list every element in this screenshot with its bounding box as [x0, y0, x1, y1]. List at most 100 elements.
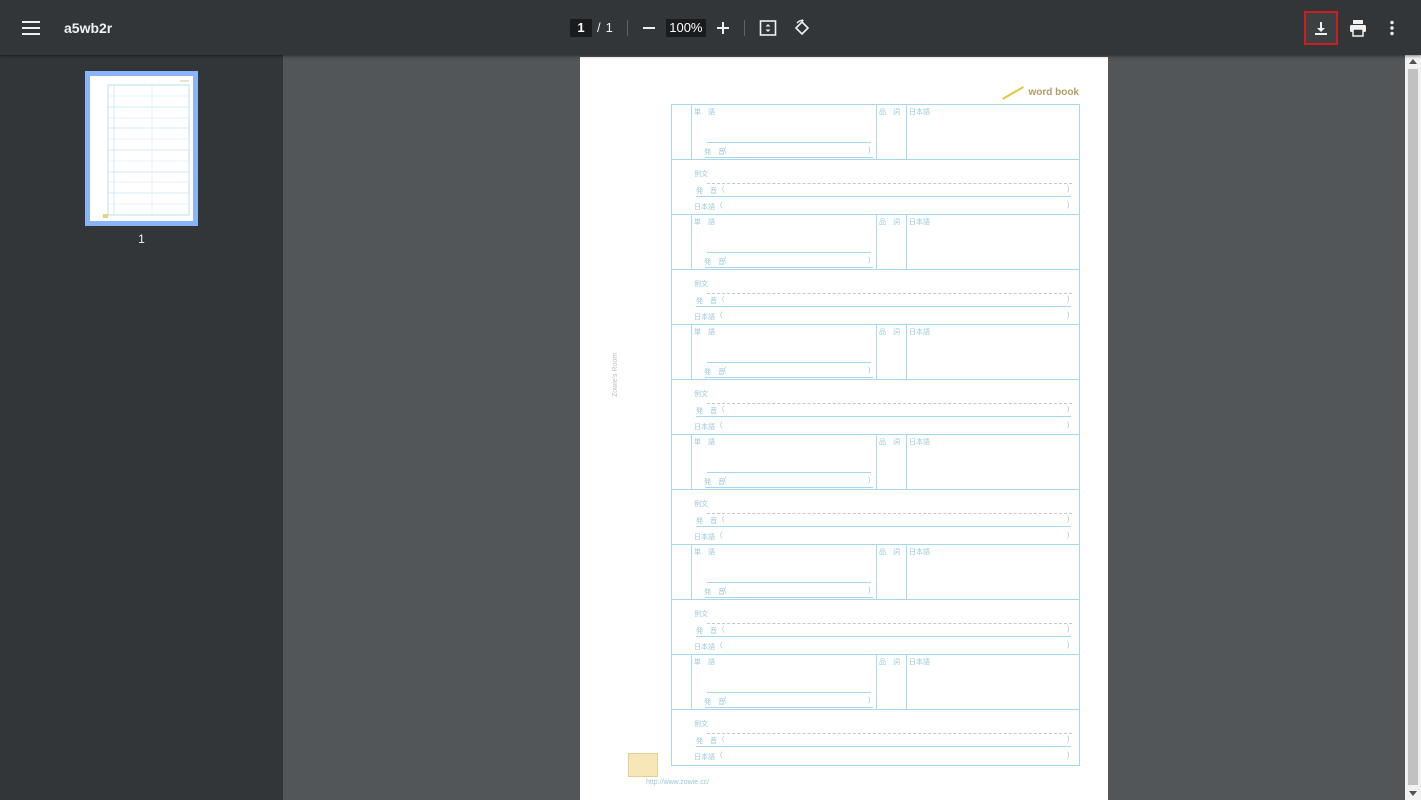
divider — [626, 19, 628, 36]
scrollbar-thumb[interactable] — [1408, 69, 1418, 785]
divider — [876, 545, 877, 599]
example-dashed-line — [707, 183, 1072, 184]
close-paren: ) — [1067, 186, 1070, 193]
word-entry: 単 語品 詞日本語発 音() 例文発 音() 日本語() — [672, 325, 1079, 435]
japanese-label: 日本語 — [909, 219, 930, 226]
example-japanese-label: 日本語 — [694, 644, 715, 651]
scroll-up-arrow-icon[interactable] — [1409, 59, 1417, 64]
divider — [691, 105, 692, 159]
close-paren: ) — [1067, 516, 1070, 523]
word-entry: 単 語品 詞日本語発 音() 例文発 音() 日本語() — [672, 215, 1079, 325]
pdf-toolbar: a5wb2r 1 / 1 100% — [0, 0, 1421, 55]
close-paren: ) — [868, 477, 871, 484]
divider — [876, 325, 877, 379]
minus-icon — [642, 26, 655, 29]
zoom-in-button[interactable] — [716, 21, 730, 35]
example-pronunciation-label: 発 音 — [696, 738, 717, 745]
word-row: 単 語 品 詞 日本語発 音() — [672, 325, 1079, 380]
print-button[interactable] — [1349, 19, 1367, 37]
divider — [743, 19, 745, 36]
thumbnail-page-preview — [90, 76, 193, 221]
example-label: 例文 — [694, 281, 708, 288]
open-paren: ( — [722, 516, 725, 523]
example-dashed-line — [707, 733, 1072, 734]
fit-page-button[interactable] — [759, 19, 777, 37]
example-japanese-label: 日本語 — [694, 314, 715, 321]
pdf-page: word book Zowie's Room 単 語品 詞日本語発 音() 例文発… — [580, 57, 1108, 800]
example-pronunciation-line — [696, 526, 1071, 527]
open-paren: ( — [722, 296, 725, 303]
example-japanese-label: 日本語 — [694, 204, 715, 211]
close-paren: ) — [1067, 296, 1070, 303]
word-row: 単 語 品 詞 日本語発 音() — [672, 215, 1079, 270]
open-paren: ( — [720, 422, 723, 429]
pronunciation-label: 発 音 — [704, 369, 725, 376]
divider — [906, 655, 907, 709]
word-entry: 単 語品 詞日本語発 音() 例文発 音() 日本語() — [672, 435, 1079, 545]
side-credit: Zowie's Room — [612, 352, 619, 397]
download-button[interactable] — [1304, 10, 1338, 45]
word-label: 単 語 — [694, 549, 715, 556]
pronunciation-underline — [705, 707, 873, 708]
scroll-down-arrow-icon[interactable] — [1409, 791, 1417, 796]
open-paren: ( — [722, 406, 725, 413]
brand-text: word book — [1028, 87, 1079, 98]
thumbnail-page-number: 1 — [138, 232, 145, 246]
japanese-label: 日本語 — [909, 659, 930, 666]
pronunciation-underline — [705, 597, 873, 598]
pos-label: 品 詞 — [879, 549, 900, 556]
example-japanese-label: 日本語 — [694, 534, 715, 541]
fit-page-icon — [759, 19, 777, 36]
close-paren: ) — [1067, 642, 1070, 649]
example-pronunciation-line — [696, 306, 1071, 307]
word-row: 単 語 品 詞 日本語発 音() — [672, 655, 1079, 710]
word-row: 単 語 品 詞 日本語発 音() — [672, 435, 1079, 490]
japanese-label: 日本語 — [909, 549, 930, 556]
open-paren: ( — [720, 312, 723, 319]
example-label: 例文 — [694, 391, 708, 398]
close-paren: ) — [1067, 736, 1070, 743]
open-paren: ( — [724, 147, 727, 154]
open-paren: ( — [724, 477, 727, 484]
open-paren: ( — [722, 186, 725, 193]
pronunciation-underline — [705, 487, 873, 488]
word-underline — [707, 692, 871, 693]
word-entry: 単 語品 詞日本語発 音() 例文発 音() 日本語() — [672, 655, 1079, 765]
pos-label: 品 詞 — [879, 109, 900, 116]
word-label: 単 語 — [694, 329, 715, 336]
japanese-label: 日本語 — [909, 109, 930, 116]
rotate-button[interactable] — [793, 18, 811, 37]
brand-mark: word book — [1001, 85, 1079, 100]
download-icon — [1315, 21, 1327, 35]
vertical-scrollbar[interactable] — [1405, 55, 1421, 800]
page-total: 1 — [605, 20, 613, 35]
word-row: 単 語 品 詞 日本語発 音() — [672, 545, 1079, 600]
example-dashed-line — [707, 293, 1072, 294]
close-paren: ) — [868, 147, 871, 154]
divider — [691, 545, 692, 599]
page-number-input[interactable]: 1 — [570, 18, 592, 37]
pos-label: 品 詞 — [879, 329, 900, 336]
divider — [876, 215, 877, 269]
close-paren: ) — [868, 587, 871, 594]
menu-icon[interactable] — [22, 17, 44, 39]
example-pronunciation-label: 発 音 — [696, 298, 717, 305]
more-options-button[interactable] — [1389, 20, 1395, 36]
pos-label: 品 詞 — [879, 439, 900, 446]
example-label: 例文 — [694, 171, 708, 178]
pronunciation-label: 発 音 — [704, 699, 725, 706]
page-thumbnail[interactable] — [85, 71, 198, 226]
example-label: 例文 — [694, 501, 708, 508]
zoom-input[interactable]: 100% — [665, 18, 706, 37]
example-pronunciation-label: 発 音 — [696, 408, 717, 415]
toolbar-left: a5wb2r — [0, 0, 112, 55]
close-paren: ) — [868, 257, 871, 264]
close-paren: ) — [1067, 626, 1070, 633]
example-dashed-line — [707, 403, 1072, 404]
close-paren: ) — [1067, 406, 1070, 413]
page-separator: / — [597, 20, 601, 35]
open-paren: ( — [720, 532, 723, 539]
zoom-out-button[interactable] — [642, 21, 656, 35]
example-label: 例文 — [694, 611, 708, 618]
word-row: 単 語 品 詞 日本語発 音() — [672, 105, 1079, 160]
